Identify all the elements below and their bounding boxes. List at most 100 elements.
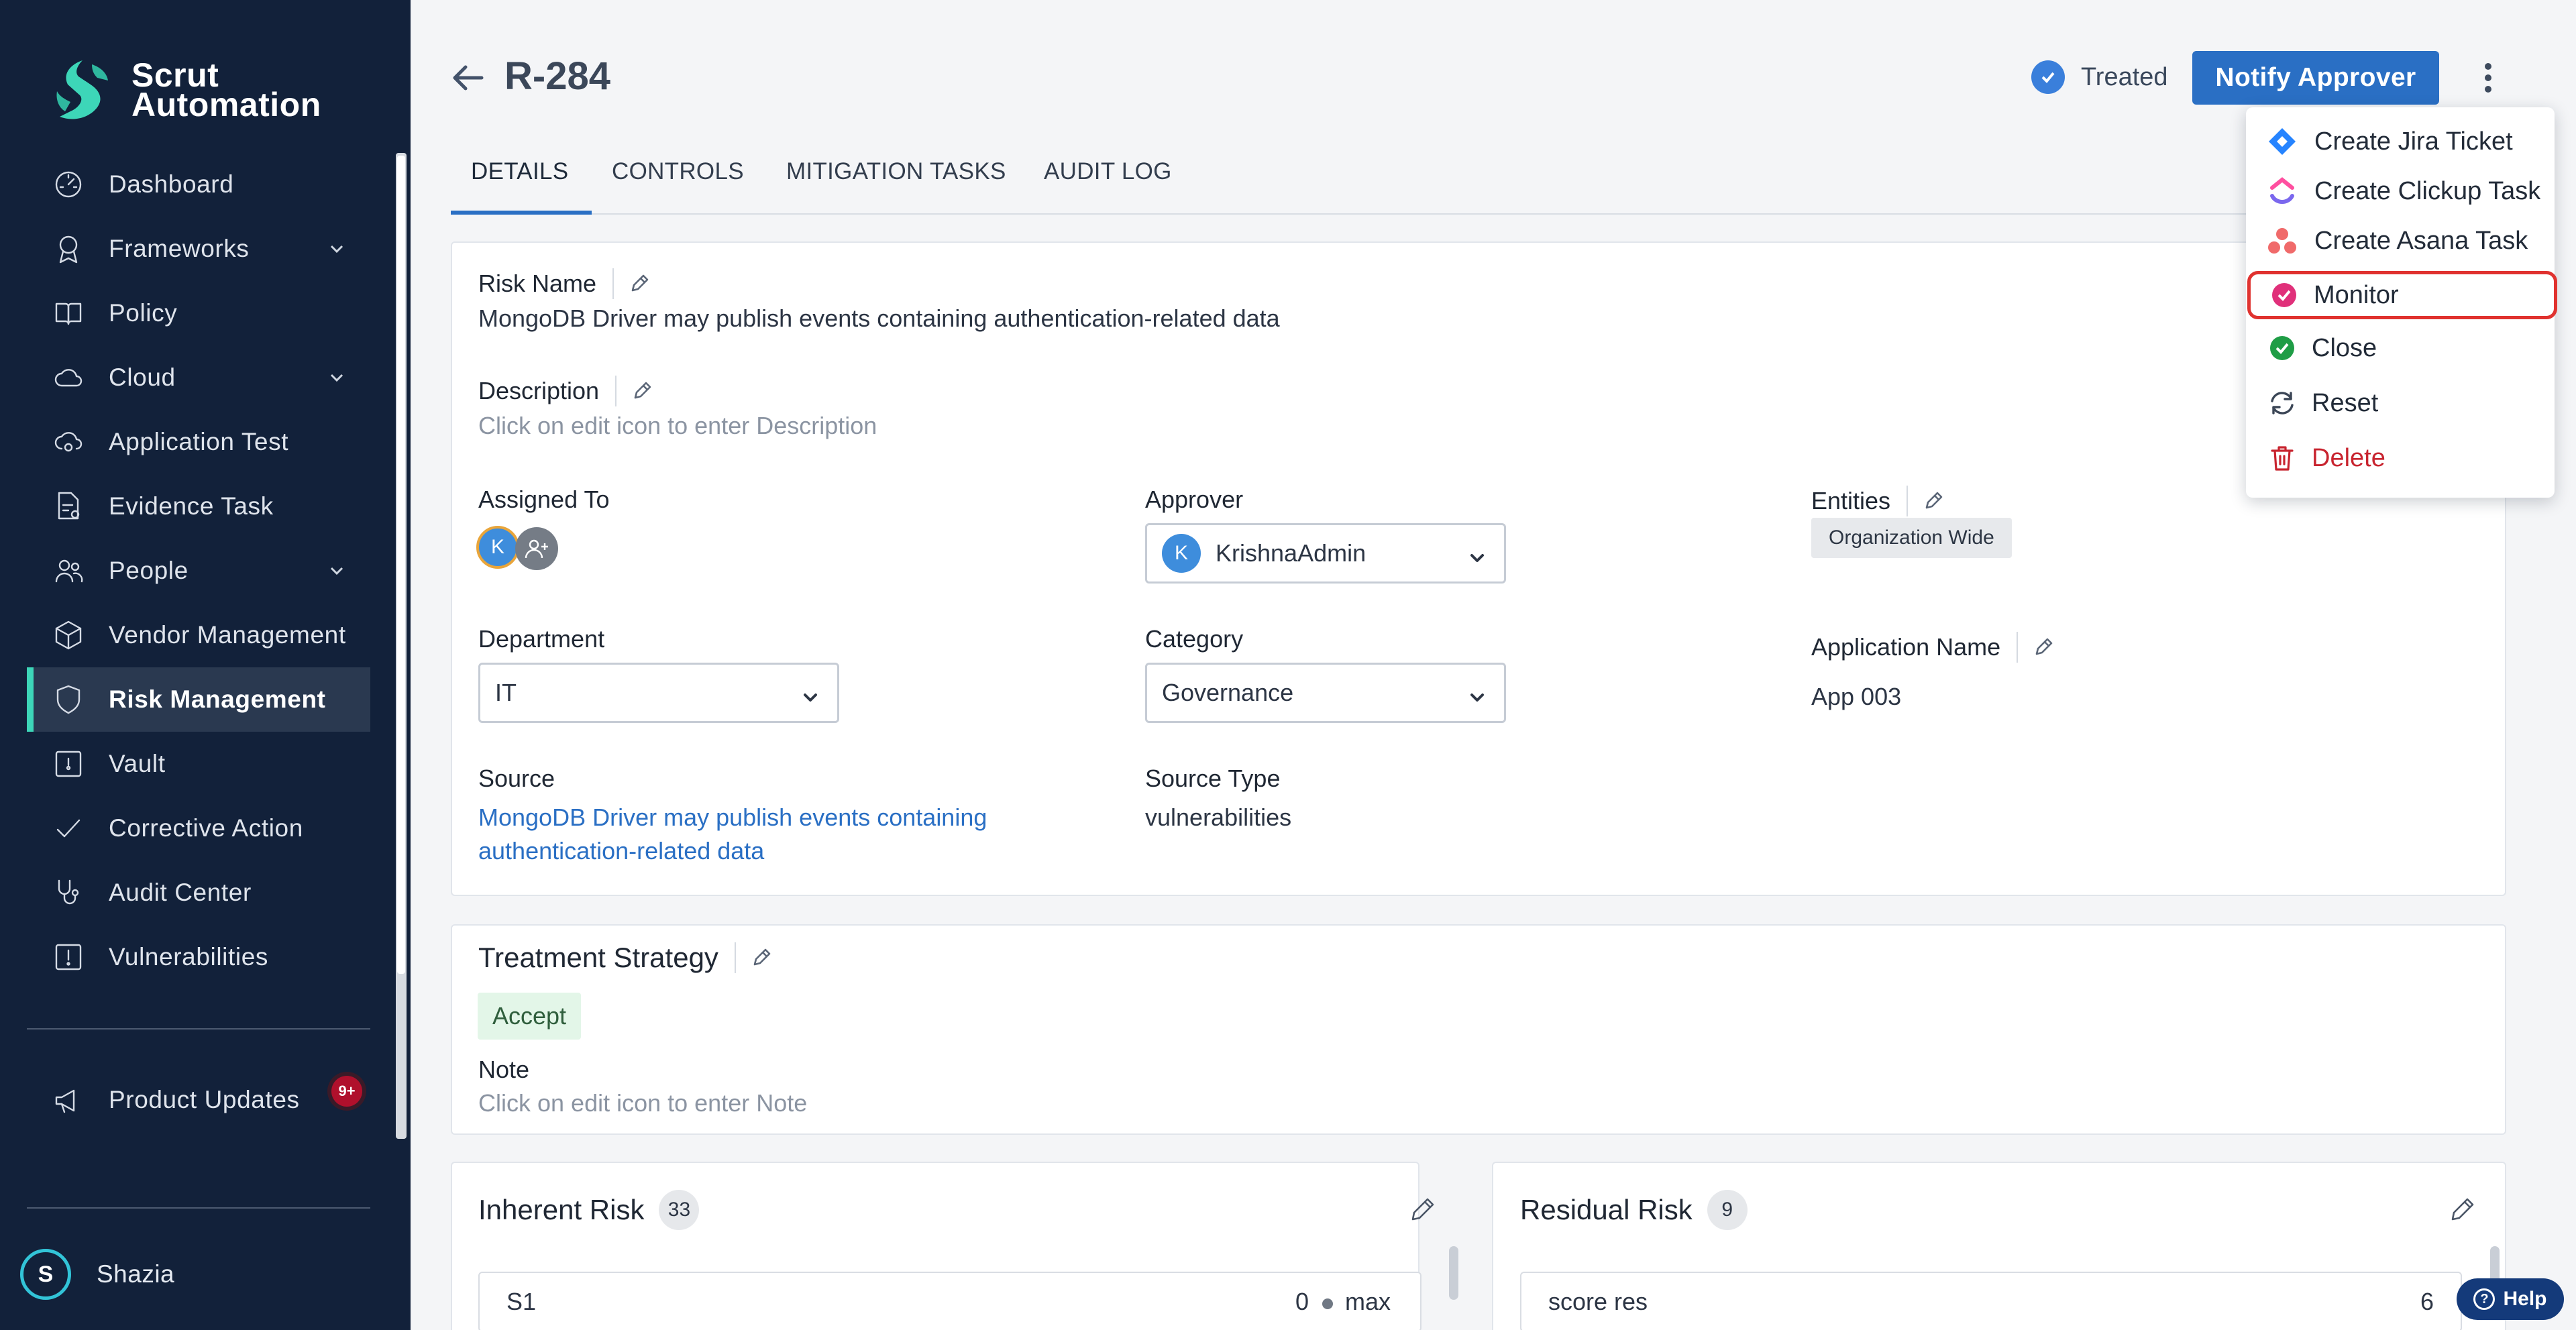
check-circle-icon <box>2031 60 2065 94</box>
sidebar-item-vault[interactable]: Vault <box>27 732 370 796</box>
edit-pencil-icon[interactable] <box>1407 1194 1438 1225</box>
edit-pencil-icon[interactable] <box>629 273 650 294</box>
sidebar-item-label: Cloud <box>109 364 176 391</box>
user-profile[interactable]: S Shazia <box>20 1249 174 1300</box>
reset-icon <box>2265 386 2300 421</box>
sidebar-item-risk-management[interactable]: Risk Management <box>27 667 370 732</box>
description-label-row: Description <box>478 376 653 406</box>
sidebar-item-vendor-management[interactable]: Vendor Management <box>27 603 370 667</box>
sidebar-item-cloud[interactable]: Cloud <box>27 345 370 410</box>
sidebar-item-people[interactable]: People <box>27 539 370 603</box>
edit-pencil-icon[interactable] <box>2447 1194 2478 1225</box>
inherent-risk-scrollbar[interactable] <box>1449 1246 1458 1300</box>
cloud-test-icon <box>50 423 87 461</box>
category-select[interactable]: Governance <box>1145 663 1506 723</box>
risk-name-label-row: Risk Name <box>478 268 650 299</box>
sidebar-item-product-updates[interactable]: Product Updates <box>27 1068 370 1132</box>
dot-separator <box>1322 1298 1333 1309</box>
chevron-down-icon <box>327 561 346 580</box>
source-link[interactable]: MongoDB Driver may publish events contai… <box>478 801 987 868</box>
evidence-icon <box>50 488 87 525</box>
sidebar-item-frameworks[interactable]: Frameworks <box>27 217 370 281</box>
shield-icon <box>50 681 87 718</box>
box-icon <box>50 616 87 654</box>
jira-icon <box>2265 124 2300 159</box>
factor-label: S1 <box>506 1288 537 1315</box>
vault-icon <box>50 745 87 783</box>
sidebar-scrollbar-thumb[interactable] <box>397 156 405 974</box>
edit-pencil-icon[interactable] <box>751 947 772 968</box>
menu-item-monitor[interactable]: Monitor <box>2247 271 2557 319</box>
department-select[interactable]: IT <box>478 663 839 723</box>
entities-label: Entities <box>1811 487 1891 514</box>
menu-item-label: Reset <box>2312 388 2379 417</box>
residual-risk-score: 9 <box>1707 1190 1748 1230</box>
add-user-icon[interactable] <box>515 527 558 570</box>
brand-name: Scrut Automation <box>131 58 321 121</box>
sidebar-item-corrective-action[interactable]: Corrective Action <box>27 796 370 861</box>
edit-pencil-icon[interactable] <box>1923 490 1944 512</box>
sidebar: Scrut Automation Dashboard Frameworks Po… <box>0 0 411 1330</box>
sidebar-item-label: Policy <box>109 299 178 327</box>
active-tab-indicator <box>451 211 592 215</box>
menu-item-label: Create Asana Task <box>2314 226 2528 255</box>
tab-mitigation-tasks[interactable]: MITIGATION TASKS <box>786 158 1006 185</box>
edit-pencil-icon[interactable] <box>2033 636 2054 658</box>
source-line: authentication-related data <box>478 837 765 865</box>
sidebar-item-audit-center[interactable]: Audit Center <box>27 861 370 925</box>
sidebar-item-policy[interactable]: Policy <box>27 281 370 345</box>
source-label: Source <box>478 765 555 792</box>
people-icon <box>50 552 87 590</box>
user-name: Shazia <box>97 1260 175 1288</box>
menu-item-create-jira-ticket[interactable]: Create Jira Ticket <box>2246 117 2555 166</box>
sidebar-item-dashboard[interactable]: Dashboard <box>27 152 370 217</box>
trash-icon <box>2265 441 2300 476</box>
category-label: Category <box>1145 625 1244 653</box>
chevron-down-icon <box>327 239 346 258</box>
menu-item-reset[interactable]: Reset <box>2246 377 2555 429</box>
help-label: Help <box>2503 1288 2547 1310</box>
question-icon: ? <box>2473 1288 2496 1310</box>
chevron-down-icon <box>327 368 346 387</box>
alert-icon <box>50 938 87 976</box>
application-name-label: Application Name <box>1811 633 2001 661</box>
edit-pencil-icon[interactable] <box>631 380 653 402</box>
inherent-risk-row: S1 0 max <box>478 1272 1421 1330</box>
notify-approver-button[interactable]: Notify Approver <box>2192 51 2439 105</box>
factor-value: 0 <box>1295 1288 1309 1315</box>
inherent-risk-score: 33 <box>659 1190 700 1230</box>
dashboard-icon <box>50 166 87 203</box>
help-button[interactable]: ? Help <box>2457 1278 2564 1320</box>
more-options-icon[interactable] <box>2471 58 2505 98</box>
residual-risk-row: score res 6 <box>1520 1272 2462 1330</box>
factor-value: 6 <box>2420 1288 2434 1315</box>
sidebar-item-label: Evidence Task <box>109 492 274 520</box>
scrut-logo[interactable]: Scrut Automation <box>50 58 321 122</box>
sidebar-item-application-test[interactable]: Application Test <box>27 410 370 474</box>
treatment-strategy-header: Treatment Strategy <box>478 942 772 974</box>
inherent-risk-header: Inherent Risk 33 <box>478 1190 700 1230</box>
menu-item-label: Delete <box>2312 443 2385 472</box>
risk-name-label: Risk Name <box>478 270 597 297</box>
sidebar-item-label: Corrective Action <box>109 814 303 842</box>
menu-item-close[interactable]: Close <box>2246 322 2555 374</box>
status-badge: Treated <box>2031 60 2168 94</box>
entity-chip: Organization Wide <box>1811 518 2012 558</box>
award-icon <box>50 230 87 268</box>
megaphone-icon <box>50 1081 87 1119</box>
sidebar-item-vulnerabilities[interactable]: Vulnerabilities <box>27 925 370 989</box>
menu-item-create-asana-task[interactable]: Create Asana Task <box>2246 216 2555 266</box>
assignee-avatar[interactable]: K <box>476 526 519 569</box>
approver-select[interactable]: K KrishnaAdmin <box>1145 523 1506 584</box>
menu-item-create-clickup-task[interactable]: Create Clickup Task <box>2246 166 2555 216</box>
tab-bar: DETAILS CONTROLS MITIGATION TASKS AUDIT … <box>451 150 2506 215</box>
tab-audit-log[interactable]: AUDIT LOG <box>1044 158 1172 185</box>
tab-controls[interactable]: CONTROLS <box>612 158 744 185</box>
back-arrow-icon[interactable] <box>449 59 487 97</box>
check-icon <box>50 810 87 847</box>
risk-id-title: R-284 <box>504 54 610 98</box>
tab-details[interactable]: DETAILS <box>471 158 568 185</box>
department-value: IT <box>495 679 517 706</box>
sidebar-item-evidence-task[interactable]: Evidence Task <box>27 474 370 539</box>
menu-item-delete[interactable]: Delete <box>2246 432 2555 484</box>
